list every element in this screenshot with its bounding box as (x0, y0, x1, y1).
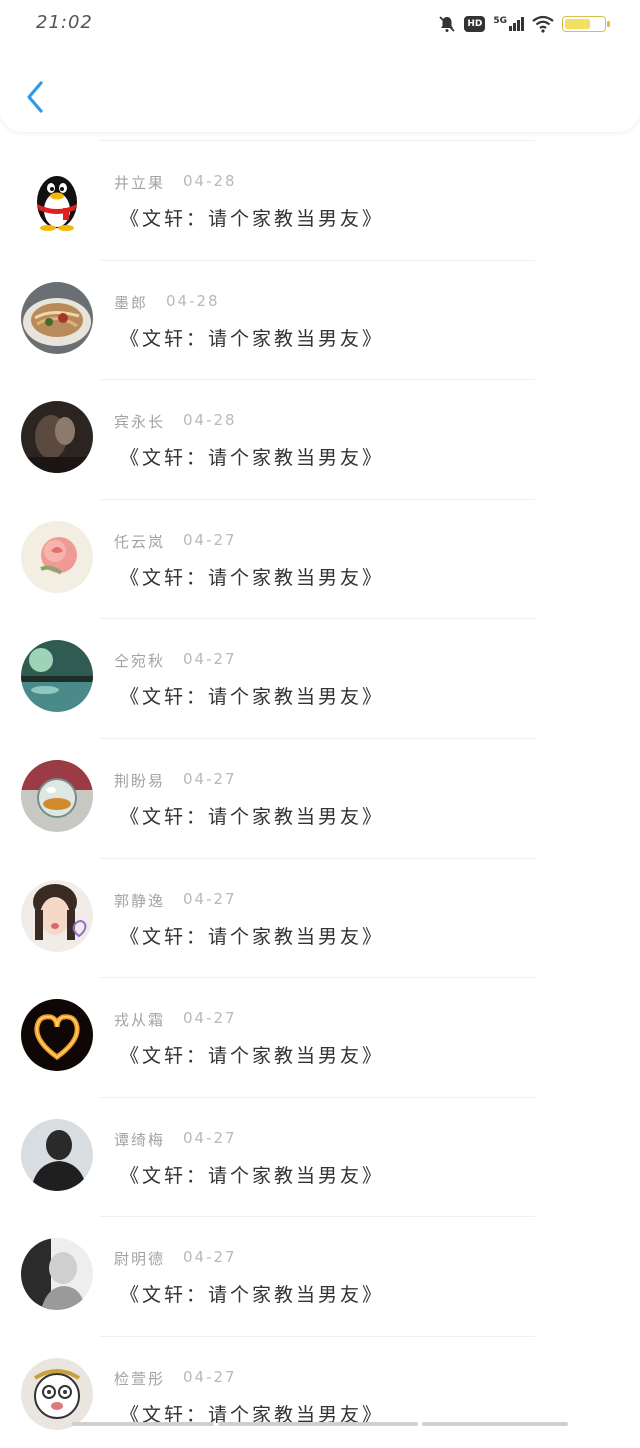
message-text: 《文轩：请个家教当男友》 (120, 566, 385, 589)
message-meta: 检萱彤 04-27 (114, 1368, 237, 1389)
avatar[interactable] (21, 1118, 93, 1191)
avatar[interactable] (21, 759, 93, 832)
message-meta: 仝宛秋 04-27 (114, 650, 237, 671)
message-item[interactable]: 墨郎 04-28 《文轩：请个家教当男友》 (0, 252, 640, 372)
message-item[interactable]: 谭绮梅 04-27 《文轩：请个家教当男友》 (0, 1089, 640, 1209)
message-meta: 谭绮梅 04-27 (114, 1129, 237, 1150)
sender-name: 谭绮梅 (114, 1130, 166, 1149)
avatar[interactable] (21, 281, 93, 354)
message-item[interactable]: 井立果 04-28 《文轩：请个家教当男友》 (0, 132, 640, 252)
battery-icon (562, 16, 610, 32)
message-date: 04-28 (166, 291, 220, 310)
avatar[interactable] (21, 162, 93, 234)
divider (100, 259, 535, 261)
message-meta: 戎从霜 04-27 (114, 1009, 237, 1030)
message-meta: 郭静逸 04-27 (114, 890, 237, 911)
message-item[interactable]: 宾永长 04-28 《文轩：请个家教当男友》 (0, 371, 640, 491)
message-date: 04-27 (183, 769, 237, 788)
message-date: 04-27 (183, 1128, 237, 1147)
avatar[interactable] (21, 401, 93, 474)
wifi-icon (532, 15, 554, 33)
message-date: 04-27 (183, 1248, 237, 1267)
message-meta: 仛云岚 04-27 (114, 531, 237, 552)
divider (100, 737, 535, 739)
message-meta: 尉明德 04-27 (114, 1248, 237, 1269)
avatar[interactable] (21, 640, 93, 713)
message-date: 04-27 (183, 650, 237, 669)
divider (100, 140, 535, 141)
status-time: 21:02 (36, 12, 93, 33)
message-text: 《文轩：请个家教当男友》 (120, 1164, 385, 1187)
message-date: 04-27 (183, 889, 237, 908)
message-item[interactable]: 荆盼易 04-27 《文轩：请个家教当男友》 (0, 730, 640, 850)
avatar[interactable] (21, 1238, 93, 1311)
message-text: 《文轩：请个家教当男友》 (120, 208, 385, 230)
sender-name: 荆盼易 (114, 771, 166, 790)
message-date: 04-27 (183, 530, 237, 549)
top-header: 21:02 HD 5G (0, 0, 640, 132)
message-item[interactable]: 仛云岚 04-27 《文轩：请个家教当男友》 (0, 491, 640, 611)
divider (100, 857, 535, 859)
sender-name: 郭静逸 (114, 891, 166, 910)
sender-name: 宾永长 (114, 413, 166, 432)
status-icons: HD 5G (438, 12, 610, 36)
divider (100, 498, 535, 500)
message-text: 《文轩：请个家教当男友》 (120, 686, 385, 709)
divider (100, 977, 535, 979)
back-button[interactable] (20, 78, 50, 116)
message-text: 《文轩：请个家教当男友》 (120, 447, 385, 470)
message-text: 《文轩：请个家教当男友》 (120, 805, 385, 828)
message-date: 04-28 (183, 411, 237, 430)
signal-icon: 5G (493, 17, 524, 31)
avatar[interactable] (21, 520, 93, 593)
avatar[interactable] (21, 879, 93, 952)
chevron-left-icon (27, 81, 43, 113)
network-type: 5G (493, 16, 507, 26)
message-text: 《文轩：请个家教当男友》 (120, 925, 385, 948)
message-item[interactable]: 仝宛秋 04-27 《文轩：请个家教当男友》 (0, 610, 640, 730)
avatar[interactable] (21, 999, 93, 1072)
sender-name: 仝宛秋 (114, 652, 166, 671)
scroll-indicator (72, 1422, 568, 1428)
message-item[interactable]: 戎从霜 04-27 《文轩：请个家教当男友》 (0, 969, 640, 1089)
message-date: 04-28 (183, 172, 237, 190)
sender-name: 戎从霜 (114, 1011, 166, 1030)
avatar[interactable] (21, 1357, 93, 1430)
sender-name: 仛云岚 (114, 532, 166, 551)
status-bar: 21:02 HD 5G (0, 0, 640, 48)
message-text: 《文轩：请个家教当男友》 (120, 1284, 385, 1307)
message-item[interactable]: 尉明德 04-27 《文轩：请个家教当男友》 (0, 1208, 640, 1328)
divider (100, 1335, 535, 1337)
sender-name: 检萱彤 (114, 1369, 166, 1388)
message-meta: 井立果 04-28 (114, 172, 237, 193)
divider (100, 1216, 535, 1218)
message-list: 井立果 04-28 《文轩：请个家教当男友》 墨郎 04-28 《文轩：请个家教… (0, 132, 640, 1448)
divider (100, 1096, 535, 1098)
message-text: 《文轩：请个家教当男友》 (120, 1045, 385, 1068)
divider (100, 618, 535, 620)
message-date: 04-27 (183, 1367, 237, 1386)
message-meta: 宾永长 04-28 (114, 411, 237, 432)
message-item[interactable]: 检萱彤 04-27 《文轩：请个家教当男友》 (0, 1328, 640, 1448)
sender-name: 尉明德 (114, 1250, 166, 1269)
message-date: 04-27 (183, 1009, 237, 1028)
mute-bell-icon (439, 16, 455, 32)
message-item[interactable]: 郭静逸 04-27 《文轩：请个家教当男友》 (0, 850, 640, 970)
message-text: 《文轩：请个家教当男友》 (120, 327, 385, 350)
hd-badge: HD (464, 16, 486, 32)
message-meta: 荆盼易 04-27 (114, 770, 237, 791)
sender-name: 墨郎 (114, 293, 149, 312)
sender-name: 井立果 (114, 174, 166, 192)
message-meta: 墨郎 04-28 (114, 292, 220, 313)
divider (100, 379, 535, 381)
